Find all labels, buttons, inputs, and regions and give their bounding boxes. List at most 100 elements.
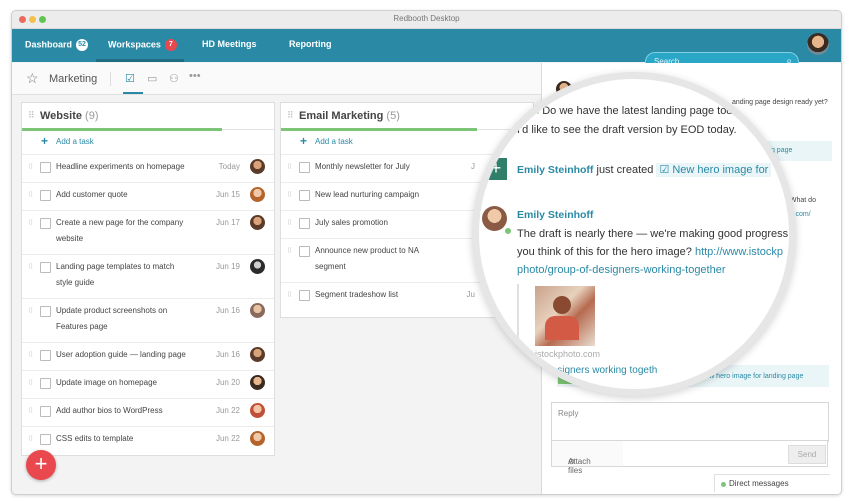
drag-handle-icon[interactable]: ⠿ [287,163,292,171]
comment-link[interactable]: photo/group-of-designers-working-togethe… [517,264,726,276]
drag-handle-icon[interactable]: ⠿ [287,219,292,227]
task-tag[interactable]: ☑ New hero image for [656,163,772,177]
task-tag-label: New hero image for [672,164,769,176]
task-checkbox[interactable] [299,246,310,257]
task-checkbox[interactable] [299,218,310,229]
task-checkbox[interactable] [299,162,310,173]
task-date: Jun 16 [215,306,240,315]
assignee-avatar[interactable] [250,259,265,274]
nav-workspaces[interactable]: Workspaces 7 [108,39,177,51]
link-preview-title[interactable]: of designers working togeth [535,365,657,376]
drag-handle-icon[interactable]: ⠿ [28,435,33,443]
image-figure-body [545,316,579,340]
assignee-avatar[interactable] [250,431,265,446]
drag-handle-icon[interactable]: ⠿ [28,263,33,271]
assignee-avatar[interactable] [250,215,265,230]
assignee-avatar[interactable] [250,159,265,174]
drag-handle-icon[interactable]: ⠿ [28,219,33,227]
task-checkbox[interactable] [40,162,51,173]
direct-messages-tab[interactable]: Direct messages [714,474,830,492]
task-row[interactable]: ⠿ Landing page templates to match style … [22,255,274,299]
assignee-avatar[interactable] [250,375,265,390]
drag-handle-icon[interactable]: ⠿ [287,110,294,121]
drag-handle-icon[interactable]: ⠿ [28,379,33,387]
task-row[interactable]: ⠿ Create a new page for the company webs… [22,211,274,255]
drag-handle-icon[interactable]: ⠿ [28,351,33,359]
add-task-button[interactable]: + Add a task [22,130,274,155]
task-row[interactable]: ⠿ Headline experiments on homepage Today [22,155,274,183]
drag-handle-icon[interactable]: ⠿ [28,407,33,415]
task-title: Update product screenshots on Features p… [56,306,168,331]
add-button[interactable]: + [26,450,56,480]
task-checkbox[interactable] [40,190,51,201]
drag-handle-icon[interactable]: ⠿ [28,191,33,199]
people-icon[interactable]: ⚇ [169,72,179,85]
task-checkbox[interactable] [299,290,310,301]
drag-handle-icon[interactable]: ⠿ [28,110,35,121]
assignee-avatar[interactable] [250,403,265,418]
comment-link[interactable]: http://www.istockp [695,246,783,258]
task-row[interactable]: ⠿ CSS edits to template Jun 22 [22,427,274,454]
task-row[interactable]: ⠿ Update image on homepage Jun 20 [22,371,274,399]
drag-handle-icon[interactable]: ⠿ [287,247,292,255]
task-row[interactable]: ⠿ Add customer quote Jun 15 [22,183,274,211]
task-row[interactable]: ⠿ User adoption guide — landing page Jun… [22,343,274,371]
dashboard-badge: 52 [76,39,89,51]
more-icon[interactable]: ••• [189,70,201,82]
tasks-icon[interactable]: ☑ [125,72,135,85]
online-status-icon [721,482,726,487]
task-checkbox[interactable] [40,378,51,389]
task-title: CSS edits to template [56,434,134,443]
mention[interactable]: @all [517,105,539,117]
assignee-avatar[interactable] [250,187,265,202]
reply-input[interactable]: Reply [558,409,578,418]
magnifier-callout: @all Do we have the latest landing page … [472,72,796,396]
drag-handle-icon[interactable]: ⠿ [287,191,292,199]
column-title: Email Marketing (5) [299,110,400,122]
task-row[interactable]: ⠿ Update product screenshots on Features… [22,299,274,343]
send-button[interactable]: Send [788,445,826,464]
attach-files-button[interactable]: ⊘ Attach files [551,440,625,475]
resolved-task-tag-label: New hero image for landing page [700,373,804,380]
task-date: Jun 22 [215,434,240,443]
task-title: Create a new page for the company websit… [56,218,184,243]
drag-handle-icon[interactable]: ⠿ [28,307,33,315]
workspaces-badge: 7 [164,39,177,51]
event-user[interactable]: Emily Steinhoff [517,164,593,176]
comment-line: @all Do we have the latest landing page … [517,105,746,117]
task-checkbox[interactable] [40,434,51,445]
event-text: just created [596,164,654,176]
task-date: J [471,162,475,171]
folder-icon[interactable]: ▭ [147,72,157,85]
nav-dashboard-label: Dashboard [25,39,73,50]
comment-author[interactable]: Emily Steinhoff [517,209,593,221]
link-preview-image[interactable] [535,286,595,346]
workspace-name: Marketing [49,73,98,85]
plus-icon: + [300,134,308,148]
event-line: Emily Steinhoff just created ☑ New hero … [517,163,772,177]
nav-hd-meetings[interactable]: HD Meetings [202,39,257,49]
comment-avatar[interactable] [482,206,507,231]
task-title: Add customer quote [56,190,128,199]
comment-text-part: you think of this for the hero image? [517,246,692,258]
reply-box[interactable]: Reply [551,402,829,442]
nav-reporting[interactable]: Reporting [289,39,332,49]
task-title: Segment tradeshow list [315,290,399,299]
active-view-indicator [123,92,143,94]
drag-handle-icon[interactable]: ⠿ [28,163,33,171]
task-checkbox[interactable] [40,218,51,229]
task-checkbox[interactable] [299,190,310,201]
star-icon[interactable]: ☆ [26,70,39,87]
task-checkbox[interactable] [40,262,51,273]
assignee-avatar[interactable] [250,347,265,362]
task-checkbox[interactable] [40,350,51,361]
assignee-avatar[interactable] [250,303,265,318]
drag-handle-icon[interactable]: ⠿ [287,291,292,299]
task-date: Jun 19 [215,262,240,271]
task-checkbox[interactable] [40,306,51,317]
task-row[interactable]: ⠿ Add author bios to WordPress Jun 22 [22,399,274,427]
attach-files-text: Attach files [568,457,591,475]
user-avatar[interactable] [807,33,829,55]
task-checkbox[interactable] [40,406,51,417]
nav-dashboard[interactable]: Dashboard 52 [25,39,89,51]
